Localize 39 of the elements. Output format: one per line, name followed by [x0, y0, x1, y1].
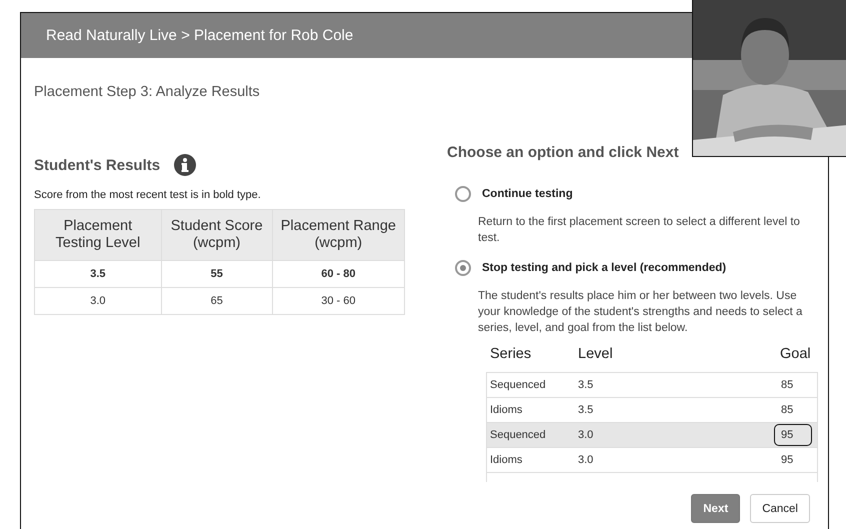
option-description: The student's results place him or her between two levels. Use your knowledge of the student's strengths and needs to select a series, level, and goal from the list below. [478, 289, 804, 336]
option-description: Return to the first placement screen to select a different level to test. [478, 215, 801, 246]
series-text: Sequenced [490, 379, 547, 391]
column-header: Level [578, 346, 614, 362]
table-cell: 60 - 80 [272, 260, 404, 288]
goal-text: 85 [780, 378, 794, 393]
level-text: 3.0 [578, 454, 594, 466]
column-header: Placement Testing Level [34, 210, 162, 260]
level-text: 3.0 [578, 429, 594, 441]
series-text: Sequenced [490, 429, 547, 441]
window-title: Read Naturally Live > Placement for Rob Cole [46, 27, 354, 44]
step-title: Placement Step 3: Analyze Results [34, 84, 261, 100]
column-header: Series [490, 346, 532, 362]
goal-text: 95 [774, 424, 812, 446]
radio-button[interactable] [455, 260, 471, 276]
level-row[interactable]: Sequenced 3.0 95 [487, 423, 817, 448]
level-text: 3.5 [578, 404, 594, 416]
option-label[interactable]: Stop testing and pick a level (recommended) [482, 262, 726, 274]
radio-button[interactable] [455, 186, 471, 202]
table-cell: 3.5 [34, 260, 162, 288]
results-note: Score from the most recent test is in bold type. [34, 189, 262, 201]
results-heading: Student's Results [34, 156, 160, 174]
table-cell: 3.0 [34, 288, 162, 314]
info-icon[interactable] [174, 154, 196, 176]
table-cell: 30 - 60 [272, 288, 404, 314]
goal-text: 95 [780, 453, 794, 468]
option-label[interactable]: Continue testing [482, 188, 573, 200]
column-header: Placement Range (wcpm) [272, 210, 404, 260]
table-cell: 55 [161, 260, 272, 288]
series-text: Idioms [490, 454, 524, 466]
level-text: 3.5 [578, 379, 594, 391]
cancel-button[interactable]: Cancel [750, 494, 810, 523]
series-text: Idioms [490, 404, 524, 416]
options-heading: Choose an option and click Next [447, 144, 679, 161]
table-cell: 65 [161, 288, 272, 314]
goal-text: 85 [780, 403, 794, 418]
column-header: Goal [780, 346, 812, 362]
next-button[interactable]: Next [691, 494, 740, 523]
column-header: Student Score (wcpm) [161, 210, 272, 260]
